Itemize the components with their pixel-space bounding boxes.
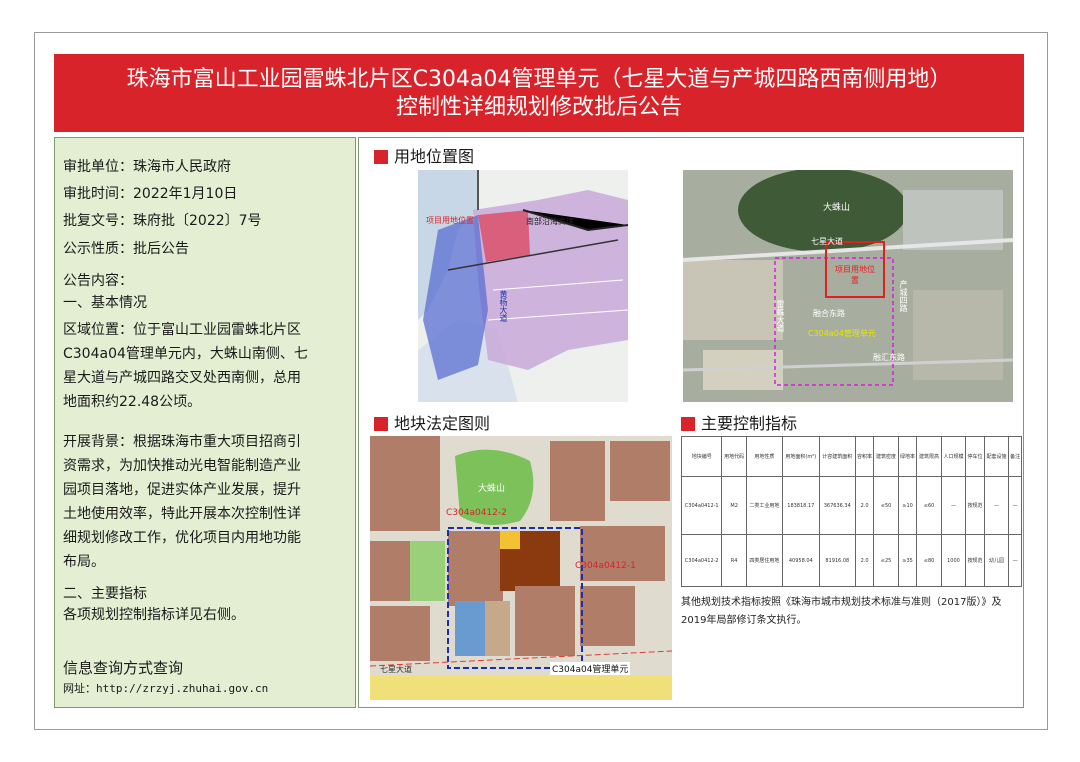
table-cell: 81916.08: [818, 534, 856, 587]
parcel-1-label: C304a0412-1: [575, 561, 636, 571]
header-cell: 人口规模: [940, 436, 967, 477]
statutory-unit-label: C304a04管理单元: [550, 662, 631, 675]
table-cell: ≥35: [897, 534, 918, 587]
red-square-icon: [681, 417, 695, 431]
table-row: C304a0412-1 M2 二类工业用地 183818.17 367636.3…: [680, 476, 1022, 535]
header-cell: 绿地率: [897, 436, 918, 477]
table-cell: R4: [721, 534, 747, 587]
table-cell: 幼儿园: [983, 534, 1010, 587]
statutory-mountain-label: 大蛛山: [478, 484, 506, 494]
table-cell: C304a0412-2: [680, 534, 723, 587]
location-line-3: 星大道与产城四路交叉处西南侧，总用: [63, 370, 301, 386]
header-cell: 用地代码: [721, 436, 747, 477]
header-cell: 建筑密度: [873, 436, 899, 477]
site-label: 项目用地位置: [426, 216, 474, 225]
table-cell: ≤50: [873, 476, 899, 535]
table-cell: —: [1008, 534, 1022, 587]
table-cell: 2.0: [854, 476, 875, 535]
website-link[interactable]: 网址：http://zrzyj.zhuhai.gov.cn: [63, 681, 268, 697]
header-cell: 备注: [1008, 436, 1022, 477]
header-cell: 用地性质: [745, 436, 783, 477]
control-indicators-heading-text: 主要控制指标: [701, 414, 798, 433]
control-indicators-heading: 主要控制指标: [681, 414, 797, 434]
background-line-1: 开展背景：根据珠海市重大项目招商引: [63, 434, 301, 450]
header-cell: 计容建筑面积: [818, 436, 856, 477]
table-cell: —: [1008, 476, 1022, 535]
table-cell: 四类居住用地: [745, 534, 783, 587]
table-cell: ≤25: [873, 534, 899, 587]
content-label: 公告内容：: [63, 273, 133, 289]
background-line-4: 土地使用效率，特此开展本次控制性详: [63, 506, 301, 522]
statutory-map-heading-text: 地块法定图则: [394, 414, 491, 433]
table-cell: ≥10: [897, 476, 918, 535]
approval-time: 审批时间：2022年1月10日: [63, 186, 238, 202]
statutory-map: 大蛛山 C304a0412-2 C304a0412-1 C304a04管理单元 …: [370, 436, 672, 700]
section1-title: 一、基本情况: [63, 295, 147, 311]
chengsi-road-label: 产城四路: [899, 280, 908, 312]
section2-text: 各项规划控制指标详见右侧。: [63, 607, 245, 623]
table-cell: 2.0: [854, 534, 875, 587]
highway-label: 南部沿海高速: [526, 217, 574, 226]
table-cell: 1000: [940, 534, 967, 587]
unit-label: C304a04管理单元: [808, 329, 876, 338]
header-cell: 用地面积(m²): [781, 436, 820, 477]
table-cell: 183818.17: [781, 476, 820, 535]
location-map-svg: [418, 170, 628, 402]
header-cell: 停车位: [965, 436, 985, 477]
background-line-2: 资需求，为加快推动光电智能制造产业: [63, 458, 301, 474]
statutory-road-label: 七星大道: [380, 665, 412, 674]
approval-doc-number: 批复文号：珠府批〔2022〕7号: [63, 213, 262, 229]
table-cell: 二类工业用地: [745, 476, 783, 535]
table-cell: ≤60: [916, 476, 942, 535]
location-map-heading: 用地位置图: [374, 147, 474, 167]
location-map-heading-text: 用地位置图: [394, 147, 475, 166]
qixing-road-label: 七星大道: [811, 237, 843, 246]
red-square-icon: [374, 150, 388, 164]
header-cell: 配套设施: [983, 436, 1010, 477]
title-line-2: 控制性详细规划修改批后公告: [395, 95, 682, 120]
table-cell: —: [940, 476, 967, 535]
title-line-1: 珠海市富山工业园雷蛛北片区C304a04管理单元（七星大道与产城四路西南侧用地）: [126, 67, 952, 92]
aerial-site-label: 项目用地位置: [835, 265, 875, 285]
location-line-1: 区域位置：位于富山工业园雷蛛北片区: [63, 322, 301, 338]
table-cell: —: [983, 476, 1010, 535]
location-line-4: 地面积约22.48公顷。: [63, 394, 202, 410]
table-row: C304a0412-2 R4 四类居住用地 40958.04 81916.08 …: [680, 534, 1022, 587]
table-cell: 按规范: [965, 534, 985, 587]
location-map: 项目用地位置 南部沿海高速 黄杨大道: [418, 170, 628, 402]
info-panel: 审批单位：珠海市人民政府 审批时间：2022年1月10日 批复文号：珠府批〔20…: [54, 137, 356, 708]
table-cell: 40958.04: [781, 534, 820, 587]
table-header-row: 地块编号 用地代码 用地性质 用地面积(m²) 计容建筑面积 容积率 建筑密度 …: [680, 436, 1022, 477]
statutory-map-heading: 地块法定图则: [374, 414, 490, 434]
red-square-icon: [374, 417, 388, 431]
leizhu-road-label: 雷蛛大道: [776, 300, 785, 332]
ronghe-road-label: 融合东路: [813, 309, 845, 318]
table-cell: M2: [721, 476, 747, 535]
mountain-label: 大蛛山: [823, 203, 851, 213]
header-cell: 建筑限高: [916, 436, 942, 477]
table-cell: ≤80: [916, 534, 942, 587]
header-cell: 地块编号: [680, 436, 723, 477]
table-cell: C304a0412-1: [680, 476, 723, 535]
parcel-2-label: C304a0412-2: [446, 508, 507, 518]
control-indicators-table: 地块编号 用地代码 用地性质 用地面积(m²) 计容建筑面积 容积率 建筑密度 …: [680, 436, 1022, 587]
table-cell: 按规范: [965, 476, 985, 535]
publicity-nature: 公示性质：批后公告: [63, 241, 189, 257]
aerial-map: 大蛛山 七星大道 项目用地位置 C304a04管理单元 融合东路 产城四路 雷蛛…: [683, 170, 1013, 402]
technical-note: 其他规划技术指标按照《珠海市城市规划技术标准与准则（2017版）》及2019年局…: [681, 597, 1002, 626]
table-cell: 367636.34: [818, 476, 856, 535]
header-cell: 容积率: [854, 436, 875, 477]
title-banner: 珠海市富山工业园雷蛛北片区C304a04管理单元（七星大道与产城四路西南侧用地）…: [54, 54, 1024, 132]
approval-unit: 审批单位：珠海市人民政府: [63, 159, 231, 175]
query-title: 信息查询方式查询: [63, 659, 184, 677]
background-line-5: 细规划修改工作，优化项目内用地功能: [63, 530, 301, 546]
avenue-label: 黄杨大道: [499, 290, 508, 322]
ronghui-road-label: 融汇东路: [873, 353, 905, 362]
background-line-6: 布局。: [63, 554, 105, 570]
background-line-3: 园项目落地，促进实体产业发展，提升: [63, 482, 301, 498]
location-line-2: C304a04管理单元内，大蛛山南侧、七: [63, 346, 308, 362]
